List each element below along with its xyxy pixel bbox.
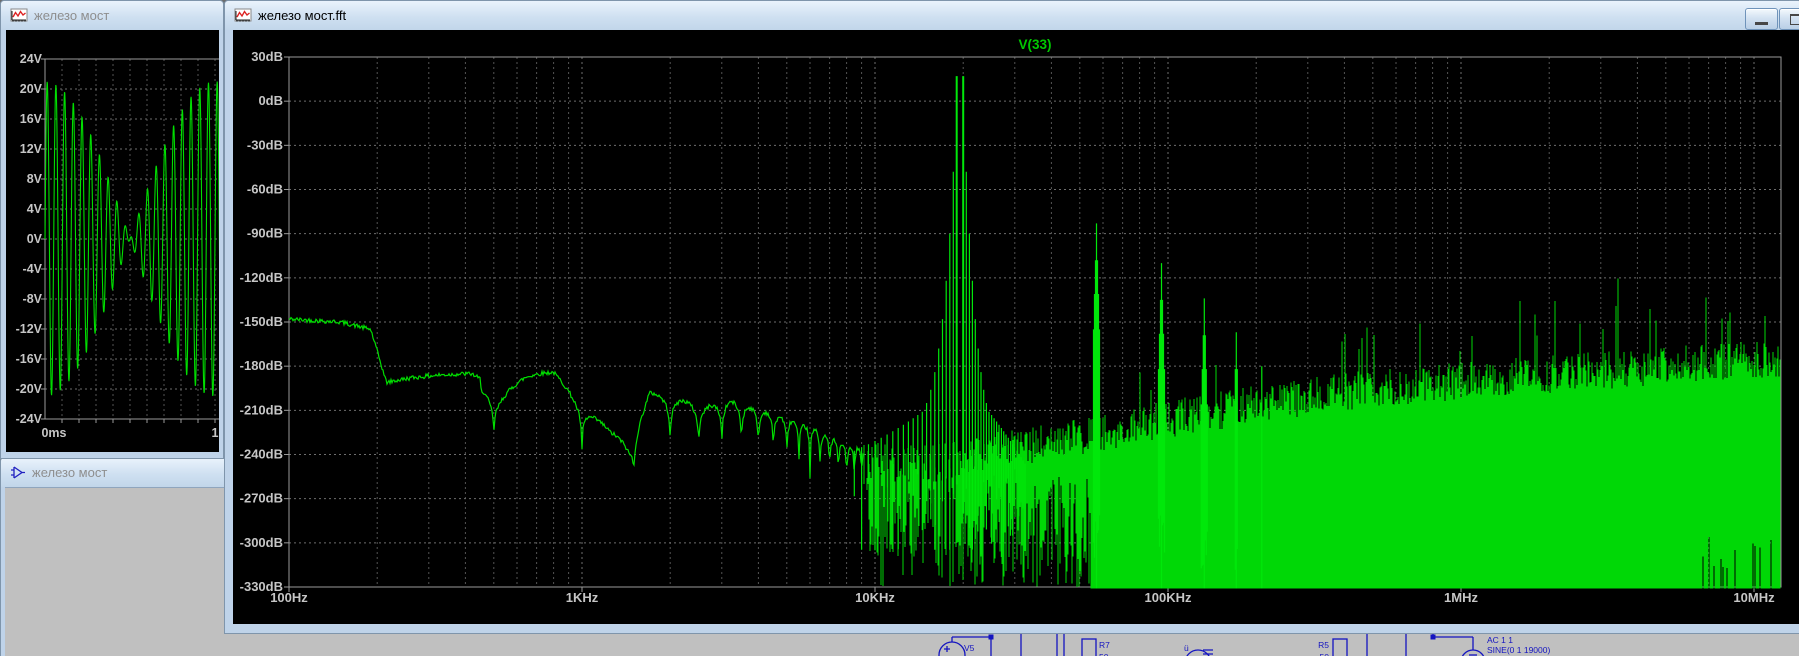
voltage-source-symbol <box>938 641 966 656</box>
wave-y-axis-label: -4V <box>23 262 43 276</box>
junction-dot <box>988 634 994 640</box>
fft-y-axis-label: -60dB <box>247 182 283 197</box>
fft-x-axis-label: 100KHz <box>1145 590 1192 605</box>
fft-y-axis-label: -180dB <box>240 358 283 373</box>
fft-y-axis-label: -90dB <box>247 226 283 241</box>
resistor-symbol <box>1081 638 1097 656</box>
component-label: V5 <box>964 643 975 653</box>
wave-y-axis-label: 0V <box>27 232 43 246</box>
minimize-button[interactable] <box>1745 8 1778 30</box>
maximize-icon <box>1790 14 1799 25</box>
wave-y-axis-label: 8V <box>27 172 43 186</box>
fft-window-titlebar[interactable]: железо мост.fft <box>225 1 1799 30</box>
fft-y-axis-label: 30dB <box>251 49 283 64</box>
minimize-icon <box>1755 22 1768 25</box>
fft-y-axis-label: -270dB <box>240 491 283 506</box>
ltspice-mdi-desktop: железо мост V5 R7 50 ü R5 50 AC 1 1SINE(0 1 19… <box>0 0 1799 656</box>
fft-y-axis-label: -240dB <box>240 447 283 462</box>
fft-y-axis-label: -30dB <box>247 137 283 152</box>
wave-plot: 24V 20V 16V 12V 8V 4V 0V -4V -8V -12V -16V -20V -24V… <box>16 52 219 440</box>
component-label: 50 <box>1320 652 1330 656</box>
wave-y-axis-label: -20V <box>16 382 43 396</box>
wave-y-axis-label: 20V <box>20 82 43 96</box>
waveform-icon <box>10 8 28 23</box>
fft-y-axis-label: -210dB <box>240 402 283 417</box>
wave-x-axis-label: 0ms <box>41 426 66 440</box>
fft-y-axis-label: -150dB <box>240 314 283 329</box>
wave-trace <box>44 81 219 397</box>
fft-trace-label: V(33) <box>1018 37 1051 52</box>
wave-y-axis-label: -24V <box>16 412 43 426</box>
plus-sign <box>944 646 950 652</box>
wave-window-titlebar[interactable]: железо мост <box>1 1 223 30</box>
fft-plot: 30dB 0dB -30dB -60dB -90dB -120dB -150dB -180dB… <box>240 37 1782 605</box>
fft-window[interactable]: железо мост.fft 30dB 0dB -30dB -60dB -90dB -1… <box>224 0 1799 634</box>
wave-y-axis-label: -12V <box>16 322 43 336</box>
wave-window[interactable]: железо мост 24V 20V 16V 12V 8V 4V 0V -4V -8V -12V… <box>0 0 224 459</box>
fft-x-axis-label: 10KHz <box>855 590 895 605</box>
maximize-button[interactable] <box>1779 8 1799 30</box>
fft-y-axis-label: -120dB <box>240 270 283 285</box>
wave-y-axis-label: -16V <box>16 352 43 366</box>
fft-x-axis-label: 100Hz <box>270 590 308 605</box>
component-label: SINE(0 1 19000) <box>1487 645 1550 655</box>
waveform-icon <box>234 8 252 23</box>
component-label: AC 1 1 <box>1487 635 1513 645</box>
wave-y-axis-label: 12V <box>20 142 43 156</box>
fft-x-axis-label: 1MHz <box>1444 590 1478 605</box>
wave-plot-area[interactable]: 24V 20V 16V 12V 8V 4V 0V -4V -8V -12V -16V -20V -24V… <box>6 30 219 452</box>
component-label: R5 <box>1318 640 1329 650</box>
schematic-icon <box>10 465 26 480</box>
fft-y-axis-label: 0dB <box>258 93 283 108</box>
component-label: ü <box>1184 643 1189 653</box>
wave-window-title: железо мост <box>34 8 110 23</box>
fft-plot-area[interactable]: 30dB 0dB -30dB -60dB -90dB -120dB -150dB -180dB… <box>233 30 1799 624</box>
junction-dot <box>1430 634 1436 640</box>
fft-window-title: железо мост.fft <box>258 8 347 23</box>
voltage-source-symbol <box>1186 649 1210 656</box>
wave-x-axis-label: 1 <box>212 426 219 440</box>
component-label: R7 <box>1099 640 1110 650</box>
fft-x-axis-label: 1KHz <box>566 590 599 605</box>
wave-y-axis-label: 4V <box>27 202 43 216</box>
fft-main-peaks <box>955 76 965 514</box>
wave-y-axis-label: -8V <box>23 292 43 306</box>
fft-y-axis-label: -300dB <box>240 535 283 550</box>
schematic-window-title: железо мост <box>32 465 108 480</box>
component-label: 50 <box>1099 652 1109 656</box>
resistor-symbol <box>1332 638 1348 656</box>
wave-y-axis-label: 16V <box>20 112 43 126</box>
wave-y-axis-label: 24V <box>20 52 43 66</box>
fft-x-axis-label: 10MHz <box>1733 590 1775 605</box>
